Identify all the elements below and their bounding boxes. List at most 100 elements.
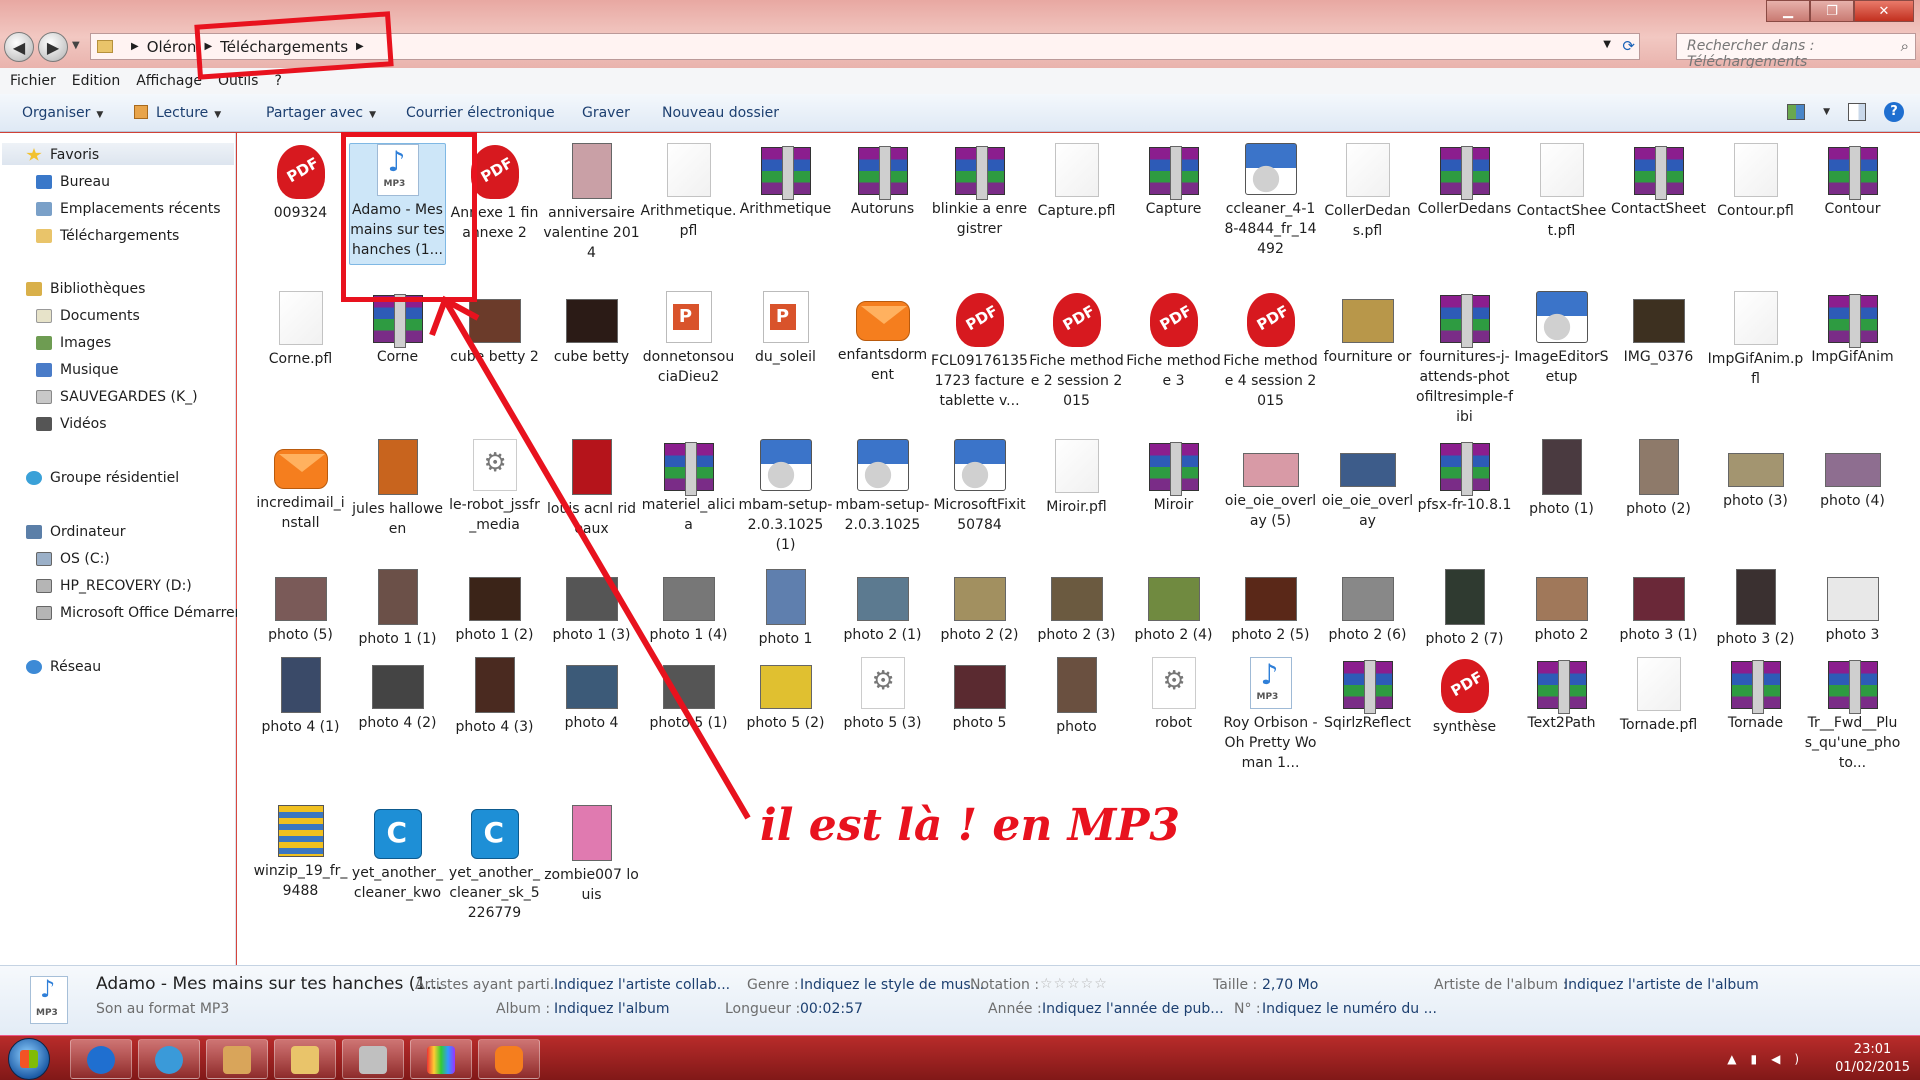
- file-item[interactable]: Corne: [349, 291, 446, 367]
- graver-button[interactable]: Graver: [582, 105, 630, 121]
- file-item[interactable]: photo 2 (3): [1028, 569, 1125, 645]
- file-item[interactable]: le-robot_jssfr_media: [446, 439, 543, 535]
- file-item[interactable]: Capture.pfl: [1028, 143, 1125, 221]
- file-item[interactable]: MicrosoftFixit50784: [931, 439, 1028, 535]
- search-icon[interactable]: ⌕: [1901, 37, 1909, 55]
- file-item[interactable]: photo 2 (4): [1125, 569, 1222, 645]
- chevron-down-icon[interactable]: ▼: [1823, 107, 1830, 117]
- file-item[interactable]: Tornade.pfl: [1610, 657, 1707, 735]
- file-item[interactable]: Arithmetique: [737, 143, 834, 219]
- artistes-value[interactable]: Indiquez l'artiste collab...: [554, 977, 730, 993]
- file-item[interactable]: ImpGifAnim.pfl: [1707, 291, 1804, 389]
- menu-aide[interactable]: ?: [274, 73, 281, 89]
- file-item[interactable]: Fiche methode 3: [1125, 291, 1222, 391]
- file-item[interactable]: donnetonsouciaDieu2: [640, 291, 737, 387]
- lecture-button[interactable]: Lecture ▼: [134, 105, 221, 121]
- recent-pages-dropdown[interactable]: ▼: [72, 40, 80, 51]
- sidebar-item-ordinateur[interactable]: Ordinateur: [26, 521, 126, 543]
- file-item[interactable]: photo (1): [1513, 439, 1610, 519]
- sidebar-item-reseau[interactable]: Réseau: [26, 656, 101, 678]
- file-item[interactable]: photo 4 (3): [446, 657, 543, 737]
- file-item[interactable]: photo 5 (1): [640, 657, 737, 733]
- network-signal-icon[interactable]: ▮: [1751, 1052, 1772, 1066]
- file-item[interactable]: photo: [1028, 657, 1125, 737]
- file-item[interactable]: Miroir.pfl: [1028, 439, 1125, 517]
- start-button[interactable]: [8, 1038, 50, 1080]
- file-item[interactable]: FCL091761351723 facture tablette v...: [931, 291, 1028, 411]
- taskbar-app-internet-explorer[interactable]: [138, 1039, 200, 1079]
- file-item[interactable]: Corne.pfl: [252, 291, 349, 369]
- sidebar-item-groupe-residentiel[interactable]: Groupe résidentiel: [26, 467, 179, 489]
- file-item[interactable]: ccleaner_4-18-4844_fr_14492: [1222, 143, 1319, 259]
- file-item[interactable]: photo (2): [1610, 439, 1707, 519]
- file-item[interactable]: photo 1 (2): [446, 569, 543, 645]
- file-item[interactable]: photo 4: [543, 657, 640, 733]
- help-icon[interactable]: ?: [1884, 102, 1904, 122]
- taskbar-app-photo-editor[interactable]: [410, 1039, 472, 1079]
- file-item[interactable]: photo 3 (2): [1707, 569, 1804, 649]
- file-item[interactable]: ImageEditorSetup: [1513, 291, 1610, 387]
- file-item[interactable]: jules halloween: [349, 439, 446, 539]
- file-item[interactable]: photo 1 (1): [349, 569, 446, 649]
- file-item[interactable]: Fiche methode 4 session 2015: [1222, 291, 1319, 411]
- file-item[interactable]: photo 2 (2): [931, 569, 1028, 645]
- sidebar-item-favoris[interactable]: Favoris: [26, 144, 99, 166]
- file-item[interactable]: photo (3): [1707, 439, 1804, 511]
- breadcrumb-chevron-icon[interactable]: ▶: [131, 41, 139, 52]
- sidebar-item-emplacements-recents[interactable]: Emplacements récents: [36, 198, 221, 220]
- file-item[interactable]: ContactSheet: [1610, 143, 1707, 219]
- file-item[interactable]: synthèse: [1416, 657, 1513, 737]
- file-item[interactable]: cube betty 2: [446, 291, 543, 367]
- sidebar-item-os-c[interactable]: OS (C:): [36, 548, 110, 570]
- file-item[interactable]: Fiche methode 2 session 2015: [1028, 291, 1125, 411]
- file-item[interactable]: Roy Orbison - Oh Pretty Woman 1...: [1222, 657, 1319, 773]
- artiste-album-value[interactable]: Indiquez l'artiste de l'album: [1564, 977, 1759, 993]
- file-item[interactable]: ImpGifAnim: [1804, 291, 1901, 367]
- taskbar-app-incredimail[interactable]: [478, 1039, 540, 1079]
- file-item[interactable]: photo (5): [252, 569, 349, 645]
- file-item[interactable]: photo 1 (4): [640, 569, 737, 645]
- file-item[interactable]: cube betty: [543, 291, 640, 367]
- address-dropdown-icon[interactable]: ▼: [1603, 39, 1611, 50]
- sidebar-item-documents[interactable]: Documents: [36, 305, 140, 327]
- view-options-icon[interactable]: [1787, 104, 1806, 120]
- file-item[interactable]: anniversaire valentine 2014: [543, 143, 640, 263]
- file-item[interactable]: photo 3: [1804, 569, 1901, 645]
- file-item[interactable]: photo 2 (1): [834, 569, 931, 645]
- clock[interactable]: 23:01 01/02/2015: [1835, 1041, 1910, 1077]
- file-item[interactable]: photo 4 (2): [349, 657, 446, 733]
- file-item[interactable]: pfsx-fr-10.8.1: [1416, 439, 1513, 515]
- sidebar-item-images[interactable]: Images: [36, 332, 111, 354]
- file-item[interactable]: zombie007 louis: [543, 805, 640, 905]
- refresh-icon[interactable]: ⟳: [1622, 37, 1635, 55]
- breadcrumb-item-oleron[interactable]: Oléron: [147, 38, 197, 56]
- preview-pane-icon[interactable]: [1848, 103, 1866, 121]
- file-item[interactable]: photo 1: [737, 569, 834, 649]
- sidebar-item-bureau[interactable]: Bureau: [36, 171, 110, 193]
- close-button[interactable]: ✕: [1854, 0, 1914, 22]
- file-item[interactable]: photo 5: [931, 657, 1028, 733]
- taskbar-app-tools[interactable]: [342, 1039, 404, 1079]
- sidebar-item-videos[interactable]: Vidéos: [36, 413, 107, 435]
- partager-button[interactable]: Partager avec ▼: [266, 105, 376, 121]
- file-item[interactable]: photo 5 (3): [834, 657, 931, 733]
- file-item[interactable]: Autoruns: [834, 143, 931, 219]
- file-item[interactable]: fourniture or: [1319, 291, 1416, 367]
- taskbar-app-control-panel[interactable]: [206, 1039, 268, 1079]
- file-item[interactable]: Contour: [1804, 143, 1901, 219]
- file-item[interactable]: CollerDedans: [1416, 143, 1513, 219]
- file-item[interactable]: ContactSheet.pfl: [1513, 143, 1610, 241]
- numero-value[interactable]: Indiquez le numéro du ...: [1262, 1001, 1437, 1017]
- file-item[interactable]: du_soleil: [737, 291, 834, 367]
- sidebar-item-hp-recovery[interactable]: HP_RECOVERY (D:): [36, 575, 192, 597]
- show-hidden-icons-icon[interactable]: ▲: [1727, 1052, 1750, 1066]
- sidebar-item-telechargements[interactable]: Téléchargements: [36, 225, 179, 247]
- file-item[interactable]: robot: [1125, 657, 1222, 733]
- file-item[interactable]: IMG_0376: [1610, 291, 1707, 367]
- file-item[interactable]: photo 2 (7): [1416, 569, 1513, 649]
- volume-icon[interactable]: ◀): [1771, 1052, 1813, 1066]
- organiser-button[interactable]: Organiser ▼: [22, 105, 103, 121]
- file-item[interactable]: winzip_19_fr_9488: [252, 805, 349, 901]
- file-item[interactable]: Miroir: [1125, 439, 1222, 515]
- file-item[interactable]: photo 2: [1513, 569, 1610, 645]
